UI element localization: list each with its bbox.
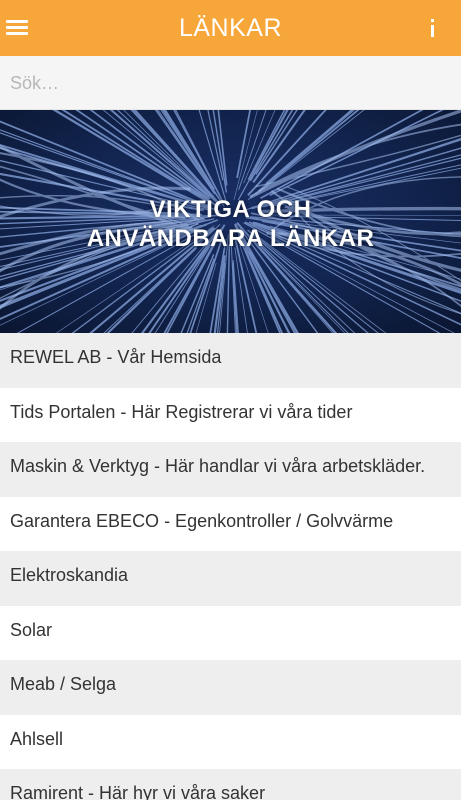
banner-title: VIKTIGA OCH ANVÄNDBARA LÄNKAR	[0, 195, 461, 253]
links-list: REWEL AB - Vår Hemsida Tids Portalen - Hä…	[0, 333, 461, 800]
link-list-item[interactable]: Ramirent - Här hyr vi våra saker	[0, 769, 461, 800]
link-list-item[interactable]: Elektroskandia	[0, 551, 461, 606]
link-list-item[interactable]: REWEL AB - Vår Hemsida	[0, 333, 461, 388]
banner-image: VIKTIGA OCH ANVÄNDBARA LÄNKAR	[0, 110, 461, 333]
search-bar	[0, 56, 461, 110]
link-list-item[interactable]: Maskin & Verktyg - Här handlar vi våra a…	[0, 442, 461, 497]
search-input[interactable]	[0, 56, 461, 110]
link-list-item[interactable]: Meab / Selga	[0, 660, 461, 715]
page-title: LÄNKAR	[178, 14, 283, 42]
hamburger-menu-icon[interactable]	[6, 14, 30, 42]
banner-title-line-2: ANVÄNDBARA LÄNKAR	[86, 225, 375, 252]
link-list-item[interactable]: Solar	[0, 605, 461, 660]
link-list-item[interactable]: Ahlsell	[0, 714, 461, 769]
app-screen: LÄNKAR VIKTIGA OCH ANVÄNDBARA LÄNKAR	[0, 0, 461, 800]
banner-title-line-1: VIKTIGA OCH	[149, 196, 312, 223]
link-list-item[interactable]: Tids Portalen - Här Registrerar vi våra …	[0, 387, 461, 442]
top-app-bar: LÄNKAR	[0, 0, 461, 56]
info-icon[interactable]	[425, 14, 441, 42]
link-list-item[interactable]: Garantera EBECO - Egenkontroller / Golvv…	[0, 496, 461, 551]
